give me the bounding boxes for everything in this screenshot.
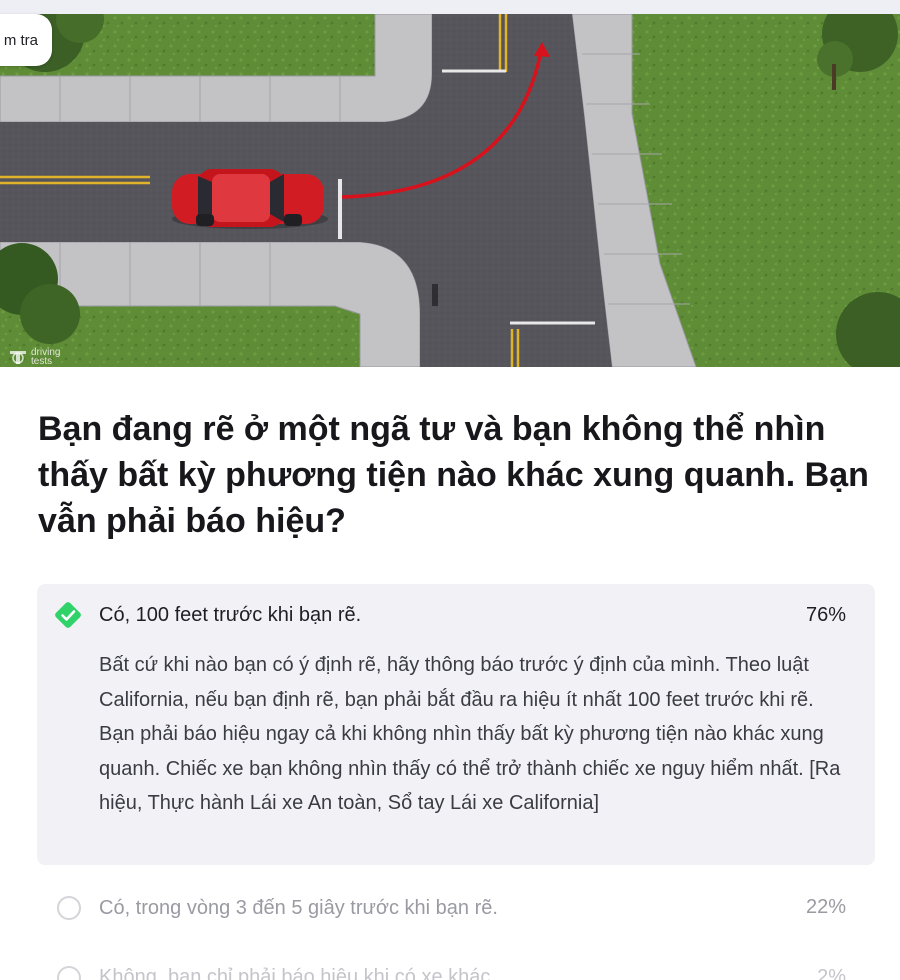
watermark-text: driving tests — [31, 348, 60, 367]
question-illustration: driving tests — [0, 14, 900, 367]
answer-3-label[interactable]: Không, bạn chỉ phải báo hiệu khi có xe k… — [99, 966, 496, 980]
answer-1-percent: 76% — [805, 604, 846, 626]
answer-explanation: Bất cứ khi nào bạn có ý định rẽ, hãy thô… — [99, 654, 841, 814]
question-text: Bạn đang rẽ ở một ngã tư và bạn không th… — [38, 410, 869, 540]
radio-circle-icon[interactable] — [57, 966, 81, 980]
answer-1-label: Có, 100 feet trước khi bạn rẽ. — [99, 604, 362, 626]
radio-circle-icon[interactable] — [57, 896, 81, 920]
answer-3-percent: 2% — [817, 966, 846, 980]
back-button[interactable]: m tra — [0, 14, 52, 66]
back-button-label: m tra — [3, 31, 38, 49]
answer-2-percent: 22% — [805, 896, 846, 918]
quiz-page: driving tests m tra Bạn đang rẽ ở một ng… — [0, 0, 900, 980]
top-strip — [0, 0, 900, 14]
driving-tests-logo-icon — [10, 351, 26, 364]
check-diamond-icon — [55, 602, 81, 628]
watermark-line-2: tests — [31, 356, 53, 367]
driving-tests-watermark: driving tests — [8, 347, 60, 367]
answer-2-label[interactable]: Có, trong vòng 3 đến 5 giây trước khi bạ… — [99, 897, 498, 920]
